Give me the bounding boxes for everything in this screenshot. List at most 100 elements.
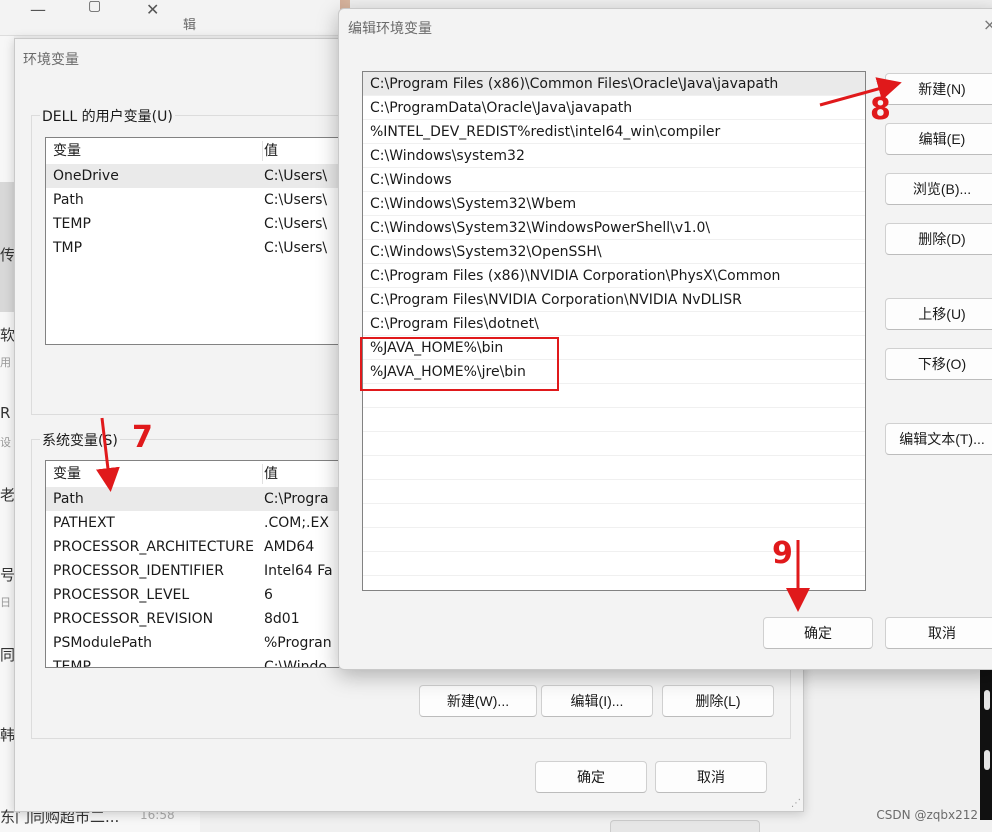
column-header-name[interactable]: 变量: [53, 138, 81, 164]
cancel-button[interactable]: 取消: [655, 761, 767, 793]
dialog-title: 编辑环境变量: [348, 21, 432, 37]
step-7-label: 7: [132, 420, 153, 455]
chat-item-text[interactable]: R: [0, 404, 10, 422]
chat-item-subtext: 日: [0, 596, 11, 609]
close-icon[interactable]: ✕: [146, 0, 159, 19]
chat-item-text[interactable]: 韩: [0, 724, 15, 745]
table-header[interactable]: 变量 值: [46, 138, 354, 164]
dialog-title: 环境变量: [23, 52, 79, 68]
minimize-icon[interactable]: —: [30, 0, 46, 19]
variable-name: OneDrive: [53, 168, 119, 184]
variable-name: PROCESSOR_LEVEL: [53, 587, 190, 603]
variable-value: %Progran: [264, 635, 332, 651]
variable-value: C:\Users\: [264, 192, 328, 208]
chat-item-text[interactable]: 软: [0, 324, 15, 345]
table-row[interactable]: PROCESSOR_LEVEL 6: [46, 583, 354, 607]
path-list[interactable]: C:\Program Files (x86)\Common Files\Orac…: [362, 71, 866, 591]
variable-name: PATHEXT: [53, 515, 115, 531]
path-item[interactable]: C:\Program Files (x86)\NVIDIA Corporatio…: [363, 264, 865, 288]
background-indicator: [984, 750, 990, 770]
table-row[interactable]: Path C:\Progra: [46, 487, 354, 511]
variable-name: Path: [53, 192, 84, 208]
move-up-button[interactable]: 上移(U): [885, 298, 992, 330]
column-header-value[interactable]: 值: [264, 138, 278, 164]
highlight-box-java-paths: [360, 337, 559, 391]
system-delete-button[interactable]: 删除(L): [662, 685, 774, 717]
edit-path-button[interactable]: 编辑(E): [885, 123, 992, 155]
chat-item-subtext: 用: [0, 356, 11, 369]
chat-item-text[interactable]: 同: [0, 644, 15, 665]
maximize-icon[interactable]: ▢: [88, 0, 101, 14]
cancel-button[interactable]: 取消: [885, 617, 992, 649]
empty-row[interactable]: [363, 432, 865, 456]
table-row[interactable]: TMP C:\Users\: [46, 236, 354, 260]
user-variables-label: DELL 的用户变量(U): [40, 106, 175, 126]
table-row[interactable]: TEMP C:\Users\: [46, 212, 354, 236]
move-down-button[interactable]: 下移(O): [885, 348, 992, 380]
variable-name: TEMP: [53, 659, 91, 668]
chat-item-text[interactable]: 老: [0, 484, 15, 505]
resize-grip-icon[interactable]: ⋰: [791, 798, 801, 809]
empty-row[interactable]: [363, 456, 865, 480]
variable-value: C:\Users\: [264, 240, 328, 256]
path-item[interactable]: C:\ProgramData\Oracle\Java\javapath: [363, 96, 865, 120]
background-tab-text: 辑: [183, 18, 197, 33]
column-divider[interactable]: [262, 141, 263, 161]
path-item[interactable]: C:\Windows\System32\OpenSSH\: [363, 240, 865, 264]
column-divider[interactable]: [262, 464, 263, 484]
background-indicator: [984, 690, 990, 710]
variable-value: .COM;.EX: [264, 515, 329, 531]
ok-button[interactable]: 确定: [535, 761, 647, 793]
table-row[interactable]: PROCESSOR_IDENTIFIER Intel64 Fa: [46, 559, 354, 583]
table-row[interactable]: PROCESSOR_REVISION 8d01: [46, 607, 354, 631]
column-header-name[interactable]: 变量: [53, 461, 81, 487]
empty-row[interactable]: [363, 504, 865, 528]
path-item[interactable]: C:\Windows\system32: [363, 144, 865, 168]
empty-row[interactable]: [363, 576, 865, 590]
column-header-value[interactable]: 值: [264, 461, 278, 487]
close-icon[interactable]: ×: [983, 15, 992, 34]
path-item[interactable]: %INTEL_DEV_REDIST%redist\intel64_win\com…: [363, 120, 865, 144]
path-item[interactable]: C:\Windows\System32\Wbem: [363, 192, 865, 216]
chat-item-text[interactable]: 号: [0, 564, 15, 585]
watermark: CSDN @zqbx212: [876, 808, 978, 822]
chat-item-text[interactable]: 传: [0, 244, 15, 265]
system-variables-table[interactable]: 变量 值 Path C:\Progra PATHEXT .COM;.EX PRO…: [45, 460, 355, 668]
background-window-titlebar: — ▢ ✕ 辑: [0, 0, 340, 36]
table-row[interactable]: Path C:\Users\: [46, 188, 354, 212]
variable-value: 8d01: [264, 611, 300, 627]
browse-button[interactable]: 浏览(B)...: [885, 173, 992, 205]
table-row[interactable]: PATHEXT .COM;.EX: [46, 511, 354, 535]
table-row[interactable]: TEMP C:\Windo: [46, 655, 354, 668]
variable-name: PROCESSOR_IDENTIFIER: [53, 563, 224, 579]
variable-name: PSModulePath: [53, 635, 152, 651]
variable-value: Intel64 Fa: [264, 563, 333, 579]
chat-item-subtext: 设: [0, 436, 11, 449]
variable-value: C:\Users\: [264, 168, 328, 184]
new-path-button[interactable]: 新建(N): [885, 73, 992, 105]
path-item[interactable]: C:\Windows\System32\WindowsPowerShell\v1…: [363, 216, 865, 240]
system-new-button[interactable]: 新建(W)...: [419, 685, 537, 717]
system-edit-button[interactable]: 编辑(I)...: [541, 685, 653, 717]
variable-name: PROCESSOR_ARCHITECTURE: [53, 539, 254, 555]
variable-value: C:\Windo: [264, 659, 327, 668]
variable-name: TEMP: [53, 216, 91, 232]
ok-button[interactable]: 确定: [763, 617, 873, 649]
path-item[interactable]: C:\Program Files (x86)\Common Files\Orac…: [363, 72, 865, 96]
edit-text-button[interactable]: 编辑文本(T)...: [885, 423, 992, 455]
path-item[interactable]: C:\Windows: [363, 168, 865, 192]
system-variables-label: 系统变量(S): [40, 430, 120, 450]
table-row[interactable]: OneDrive C:\Users\: [46, 164, 354, 188]
empty-row[interactable]: [363, 480, 865, 504]
empty-row[interactable]: [363, 408, 865, 432]
path-item[interactable]: C:\Program Files\dotnet\: [363, 312, 865, 336]
table-row[interactable]: PROCESSOR_ARCHITECTURE AMD64: [46, 535, 354, 559]
background-chat-list: 传 软 用 R 设 老 号 日 同 韩: [0, 36, 15, 832]
table-header[interactable]: 变量 值: [46, 461, 354, 487]
user-variables-table[interactable]: 变量 值 OneDrive C:\Users\ Path C:\Users\ T…: [45, 137, 355, 345]
variable-name: PROCESSOR_REVISION: [53, 611, 214, 627]
variable-name: TMP: [53, 240, 83, 256]
path-item[interactable]: C:\Program Files\NVIDIA Corporation\NVID…: [363, 288, 865, 312]
table-row[interactable]: PSModulePath %Progran: [46, 631, 354, 655]
delete-path-button[interactable]: 删除(D): [885, 223, 992, 255]
